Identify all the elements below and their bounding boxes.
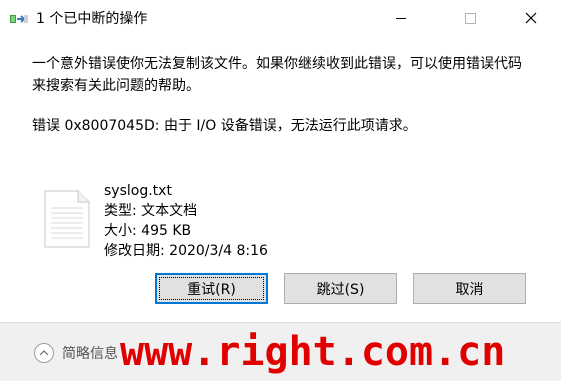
skip-button[interactable]: 跳过(S) [284,273,397,304]
file-modified-date: 修改日期: 2020/3/4 8:16 [104,243,268,259]
window-title: 1 个已中断的操作 [36,11,148,27]
cancel-button-label: 取消 [455,281,484,298]
skip-button-label: 跳过(S) [316,281,365,298]
file-type: 类型: 文本文档 [104,203,198,219]
focus-ring [159,277,264,300]
error-code-detail: 错误 0x8007045D: 由于 I/O 设备错误，无法运行此项请求。 [32,118,417,134]
file-size: 大小: 495 KB [104,223,192,239]
title-bar[interactable]: 1 个已中断的操作 [0,0,561,38]
watermark: www.right.com.cn [120,329,506,375]
close-button[interactable] [508,0,554,36]
copy-operation-icon [10,11,28,25]
error-message: 一个意外错误使你无法复制该文件。如果你继续收到此错误，可以使用错误代码来搜索有关… [32,56,522,94]
details-toggle-label: 简略信息 [62,346,118,362]
close-icon [525,12,537,24]
footer: 简略信息 www.right.com.cn [0,322,561,381]
file-name: syslog.txt [104,183,172,199]
cancel-button[interactable]: 取消 [413,273,526,304]
minimize-button[interactable] [378,0,424,36]
retry-button[interactable]: 重试(R) [155,273,268,304]
maximize-button[interactable] [447,0,493,36]
file-info: syslog.txt 类型: 文本文档 大小: 495 KB 修改日期: 202… [104,181,268,261]
maximize-icon [464,12,476,24]
minimize-icon [396,17,406,19]
text-file-icon [44,190,90,248]
chevron-up-icon [34,343,54,363]
details-toggle[interactable]: 简略信息 [34,342,118,364]
error-dialog: 1 个已中断的操作 一个意外错误使你无法复制该文件。如果你继续收到此错误，可以使… [0,0,561,381]
